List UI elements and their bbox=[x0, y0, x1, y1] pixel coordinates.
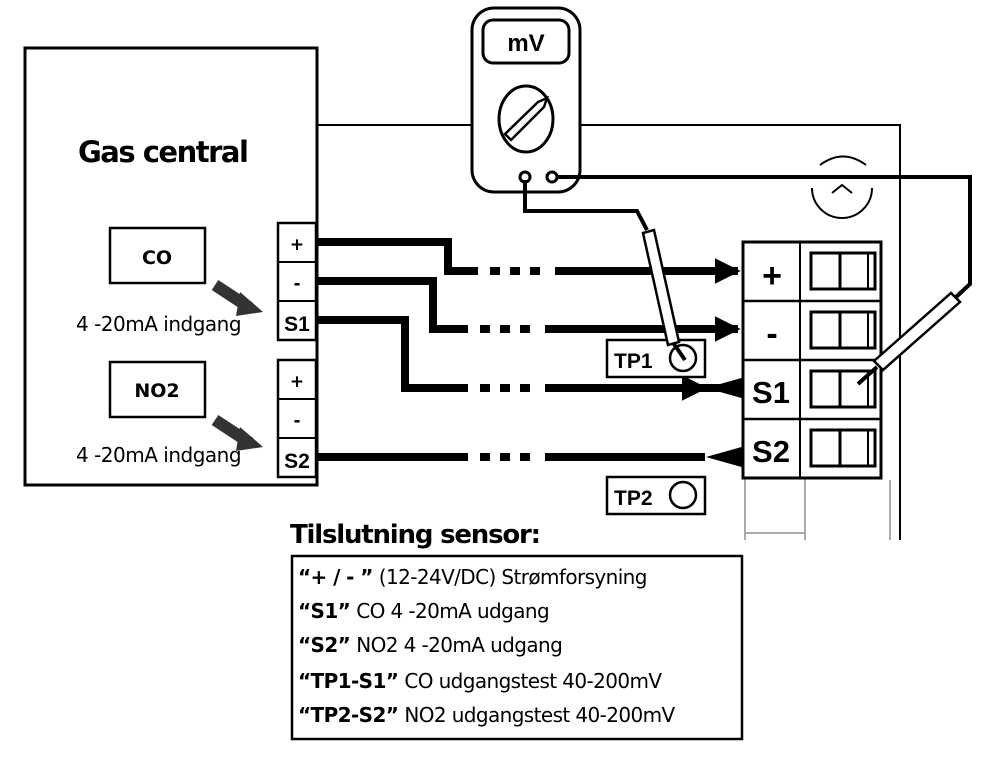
wiring-diagram: Gas central CO 4 -20mA indgang NO2 4 -20… bbox=[23, 6, 972, 741]
legend-text: CO 4 -20mA udgang bbox=[356, 599, 549, 623]
legend-text: (12-24V/DC) Strømforsyning bbox=[379, 565, 647, 589]
central-terminal-block-1: + - S1 bbox=[276, 221, 318, 342]
tp2-label: TP2 bbox=[614, 487, 653, 510]
arrow-s2-icon bbox=[706, 446, 745, 468]
legend-text: NO2 4 -20mA udgang bbox=[356, 633, 562, 657]
co-input-label: 4 -20mA indgang bbox=[76, 312, 241, 336]
legend-text: CO udgangstest 40-200mV bbox=[404, 669, 662, 693]
wire-plus bbox=[316, 238, 741, 284]
sensor-terminal-s2: S2 bbox=[752, 434, 790, 469]
led-indicator-icon bbox=[811, 155, 873, 219]
svg-text:“S1”CO 4 -20mA udgang: “S1” CO 4 -20mA udgang bbox=[298, 599, 549, 623]
svg-text:“+ / - ”(12-24V/DC) Strømforsy: “+ / - ” (12-24V/DC) Strømforsyning bbox=[298, 565, 647, 589]
multimeter: mV bbox=[470, 6, 582, 194]
legend-key: “TP1-S1” bbox=[298, 669, 398, 693]
central-terminal-plus-1: + bbox=[290, 235, 304, 255]
tp1-label: TP1 bbox=[614, 350, 653, 373]
legend-key: “+ / - ” bbox=[298, 565, 373, 589]
legend: Tilslutning sensor: “+ / - ” (12-24V/DC) … bbox=[290, 520, 744, 741]
co-label: CO bbox=[142, 247, 172, 269]
legend-title: Tilslutning sensor: bbox=[290, 520, 540, 550]
central-terminal-block-2: + - S2 bbox=[276, 358, 318, 479]
sensor-terminal-minus: - bbox=[766, 315, 777, 353]
sensor-terminal-block: + - S1 S2 bbox=[741, 240, 883, 480]
central-terminal-s2: S2 bbox=[284, 450, 310, 473]
sensor-terminal-s1: S1 bbox=[752, 375, 790, 410]
legend-key: “S2” bbox=[298, 633, 350, 657]
svg-text:“S2”NO2 4 -20mA udgang: “S2” NO2 4 -20mA udgang bbox=[298, 633, 562, 657]
legend-key: “TP2-S2” bbox=[298, 703, 398, 727]
legend-text: NO2 udgangstest 40-200mV bbox=[404, 703, 675, 727]
no2-input-label: 4 -20mA indgang bbox=[76, 443, 241, 467]
central-terminal-s1: S1 bbox=[284, 313, 310, 336]
svg-text:“TP2-S2”NO2 udgangstest 40-200: “TP2-S2” NO2 udgangstest 40-200mV bbox=[298, 703, 676, 727]
legend-row: “S1” CO 4 -20mA udgang bbox=[298, 599, 550, 623]
sensor-terminal-plus: + bbox=[762, 257, 782, 295]
legend-row: “TP2-S2” NO2 udgangstest 40-200mV bbox=[298, 703, 676, 727]
gas-central-title: Gas central bbox=[78, 135, 247, 169]
arrow-s1-icon bbox=[706, 377, 745, 399]
test-point-tp2: TP2 bbox=[605, 475, 707, 516]
legend-key: “S1” bbox=[298, 599, 350, 623]
central-terminal-minus-2: - bbox=[293, 411, 300, 431]
central-terminal-plus-2: + bbox=[290, 372, 304, 392]
legend-row: “TP1-S1” CO udgangstest 40-200mV bbox=[298, 669, 663, 693]
legend-row: “S2” NO2 4 -20mA udgang bbox=[298, 633, 563, 657]
multimeter-display: mV bbox=[507, 30, 544, 57]
central-terminal-minus-1: - bbox=[293, 274, 300, 294]
legend-row: “+ / - ” (12-24V/DC) Strømforsyning bbox=[298, 565, 647, 589]
no2-label: NO2 bbox=[134, 380, 179, 402]
test-point-tp1: TP1 bbox=[605, 338, 707, 379]
svg-text:“TP1-S1”CO udgangstest 40-200m: “TP1-S1” CO udgangstest 40-200mV bbox=[298, 669, 662, 693]
